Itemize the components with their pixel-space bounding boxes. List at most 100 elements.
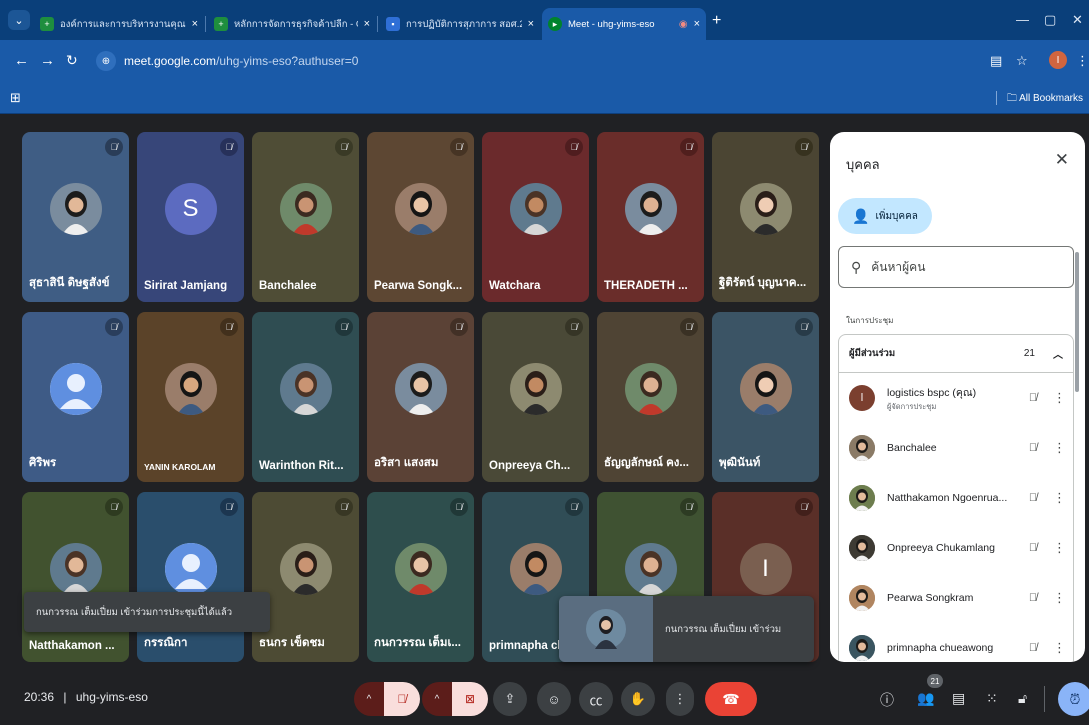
url-text[interactable]: meet.google.com/uhg-yims-eso?authuser=0 (124, 54, 358, 68)
browser-menu-icon[interactable]: ⋮ (1076, 53, 1089, 69)
all-bookmarks[interactable]: 🗀 All Bookmarks (995, 91, 1083, 108)
maximize-icon[interactable]: ▢ (1044, 12, 1056, 28)
mic-off-icon[interactable]: 🎙̸ (1023, 642, 1043, 654)
letter-avatar: I (739, 543, 792, 595)
mic-off-icon: 🎙̸ (795, 498, 813, 516)
participant-photo (394, 363, 447, 415)
mic-off-icon[interactable]: 🎙̸ (1023, 392, 1043, 404)
close-tab-icon[interactable]: × (694, 18, 700, 30)
site-info-icon[interactable]: ⊕ (96, 51, 116, 71)
chat-icon[interactable]: ▤ (952, 690, 965, 707)
bookmark-star-icon[interactable]: ☆ (1016, 53, 1028, 69)
meeting-code: uhg-yims-eso (75, 690, 148, 704)
browser-tab[interactable]: + หลักการจัดการธุรกิจค้าปลีก - Goog × (208, 8, 376, 40)
participant-tile[interactable]: 🎙̸ Banchalee (252, 132, 359, 302)
camera-off-button[interactable]: ⊠ (452, 682, 488, 716)
close-tab-icon[interactable]: × (528, 18, 534, 30)
join-notification-toast: กนกวรรณ เต็มเปี่ยม เข้าร่วมการประชุมนี้ไ… (24, 592, 270, 632)
back-icon[interactable]: ← (14, 52, 29, 69)
participant-name: Onpreeya Chukamlang (887, 542, 995, 554)
participant-row[interactable]: Onpreeya Chukamlang 🎙̸ ⋮ (839, 523, 1073, 573)
panel-scrollbar[interactable] (1075, 252, 1079, 392)
participant-tile[interactable]: 🎙̸ ศิริพร (22, 312, 129, 482)
more-options-icon[interactable]: ⋮ (1053, 540, 1066, 556)
close-tab-icon[interactable]: × (364, 18, 370, 30)
avatar-letter: S (182, 195, 199, 222)
end-call-button[interactable]: ☎ (705, 682, 757, 716)
tab-title: Meet - uhg-yims-eso (568, 18, 655, 30)
participants-header[interactable]: ผู้มีส่วนร่วม 21 ︿ (839, 335, 1073, 373)
close-window-icon[interactable]: ✕ (1072, 12, 1083, 28)
reload-icon[interactable]: ↻ (66, 52, 78, 69)
profile-avatar[interactable]: I (1049, 51, 1067, 69)
mic-off-icon[interactable]: 🎙̸ (1023, 442, 1043, 454)
join-popup[interactable]: กนกวรรณ เต็มเปี่ยม เข้าร่วม (559, 596, 814, 662)
more-options-icon[interactable]: ⋮ (1053, 390, 1066, 406)
activities-icon[interactable]: ⁙ (986, 690, 998, 707)
new-tab-button[interactable]: + (712, 12, 721, 30)
participant-name: ฐิติรัตน์ บุญนาค... (719, 277, 807, 289)
participant-row[interactable]: primnapha chueawong 🎙̸ ⋮ (839, 623, 1073, 662)
browser-tab-active[interactable]: ▸ Meet - uhg-yims-eso ◉ × (542, 8, 706, 40)
host-controls-icon[interactable]: 🔓︎ (1018, 690, 1027, 707)
participant-row[interactable]: Pearwa Songkram 🎙̸ ⋮ (839, 573, 1073, 623)
participant-tile[interactable]: 🎙̸ Onpreeya Ch... (482, 312, 589, 482)
present-button[interactable]: ⇪ (493, 682, 527, 716)
mic-off-icon: 🎙̸ (565, 498, 583, 516)
more-options-button[interactable]: ⋮ (666, 682, 694, 716)
participant-tile[interactable]: 🎙̸ ธัญญลักษณ์ คง... (597, 312, 704, 482)
participants-group: ผู้มีส่วนร่วม 21 ︿ l logistics bspc (คุณ)… (838, 334, 1074, 662)
captions-button[interactable]: ㏄ (579, 682, 613, 716)
forward-icon[interactable]: → (40, 52, 55, 69)
participant-tile[interactable]: 🎙̸ S Sirirat Jamjang (137, 132, 244, 302)
more-options-icon[interactable]: ⋮ (1053, 490, 1066, 506)
participant-tile[interactable]: 🎙̸ กนกวรรณ เต็มเ... (367, 492, 474, 662)
participant-tile[interactable]: 🎙̸ Pearwa Songk... (367, 132, 474, 302)
participant-tile[interactable]: 🎙̸ YANIN KAROLAM (137, 312, 244, 482)
participant-row[interactable]: Natthakamon Ngoenrua... 🎙̸ ⋮ (839, 473, 1073, 523)
apps-grid-icon[interactable]: ⊞ (10, 90, 21, 106)
search-people-input[interactable]: ⚲ ค้นหาผู้คน (838, 246, 1074, 288)
participant-tile[interactable]: 🎙̸ อริสา แสงสม (367, 312, 474, 482)
translate-icon[interactable]: ▤ (990, 53, 1002, 69)
participant-tile[interactable]: 🎙̸ กรรณิกา (137, 492, 244, 662)
more-options-icon[interactable]: ⋮ (1053, 440, 1066, 456)
participant-tile[interactable]: 🎙̸ สุธาสินี ดิษฐสังข์ (22, 132, 129, 302)
mic-off-icon[interactable]: 🎙̸ (1023, 542, 1043, 554)
toast-text: กนกวรรณ เต็มเปี่ยม เข้าร่วมการประชุมนี้ไ… (36, 606, 233, 618)
info-icon[interactable]: ⓘ (880, 690, 894, 710)
video-settings-caret[interactable]: ^ (422, 682, 452, 716)
participant-row[interactable]: Banchalee 🎙̸ ⋮ (839, 423, 1073, 473)
browser-tab[interactable]: + องค์การและการบริหารงานคุณภาพ - × (34, 8, 204, 40)
participant-tile[interactable]: 🎙̸ Natthakamon ... (22, 492, 129, 662)
add-people-button[interactable]: 👤 เพิ่มบุคคล (838, 198, 932, 234)
participant-tile[interactable]: 🎙̸ ฐิติรัตน์ บุญนาค... (712, 132, 819, 302)
tab-search-button[interactable]: ⌄ (8, 10, 30, 30)
browser-tab[interactable]: ▪ การปฏิบัติการสุภาการ สอศ.2 × (380, 8, 540, 40)
audio-settings-caret[interactable]: ^ (354, 682, 384, 716)
more-options-icon[interactable]: ⋮ (1053, 590, 1066, 606)
close-tab-icon[interactable]: × (192, 18, 198, 30)
participant-row[interactable]: l logistics bspc (คุณ) ผู้จัดการประชุม 🎙̸ ⋮ (839, 373, 1073, 423)
close-panel-icon[interactable]: ✕ (1055, 150, 1069, 170)
participant-tile[interactable]: 🎙̸ พุฒินันท์ (712, 312, 819, 482)
in-meeting-label: ในการประชุม (846, 316, 894, 325)
mic-off-icon[interactable]: 🎙̸ (1023, 492, 1043, 504)
more-options-icon[interactable]: ⋮ (1053, 640, 1066, 656)
participant-tile[interactable]: 🎙̸ Watchara (482, 132, 589, 302)
mic-off-button[interactable]: 🎙̸ (384, 682, 420, 716)
emoji-button[interactable]: ☺ (537, 682, 571, 716)
participant-tile[interactable]: 🎙̸ ธนกร เข็ดชม (252, 492, 359, 662)
participant-tile[interactable]: 🎙̸ THERADETH ... (597, 132, 704, 302)
participant-photo (849, 435, 875, 461)
timer-activity-button[interactable]: ⏰︎ (1058, 682, 1089, 716)
chevron-up-icon[interactable]: ︿ (1053, 346, 1063, 361)
raise-hand-button[interactable]: ✋ (621, 682, 655, 716)
people-icon[interactable]: 👥 (917, 690, 934, 707)
minimize-icon[interactable]: — (1016, 12, 1029, 27)
join-popup-text: กนกวรรณ เต็มเปี่ยม เข้าร่วม (665, 623, 782, 635)
participant-tile[interactable]: 🎙̸ Warinthon Rit... (252, 312, 359, 482)
mic-off-icon[interactable]: 🎙̸ (1023, 592, 1043, 604)
omnibox[interactable]: ⊕ meet.google.com/uhg-yims-eso?authuser=… (90, 47, 1080, 75)
call-controls-bar: 20:36 | uhg-yims-eso ^ 🎙̸ ^ ⊠ ⇪ ☺ ㏄ ✋ ⋮ … (0, 674, 1089, 725)
